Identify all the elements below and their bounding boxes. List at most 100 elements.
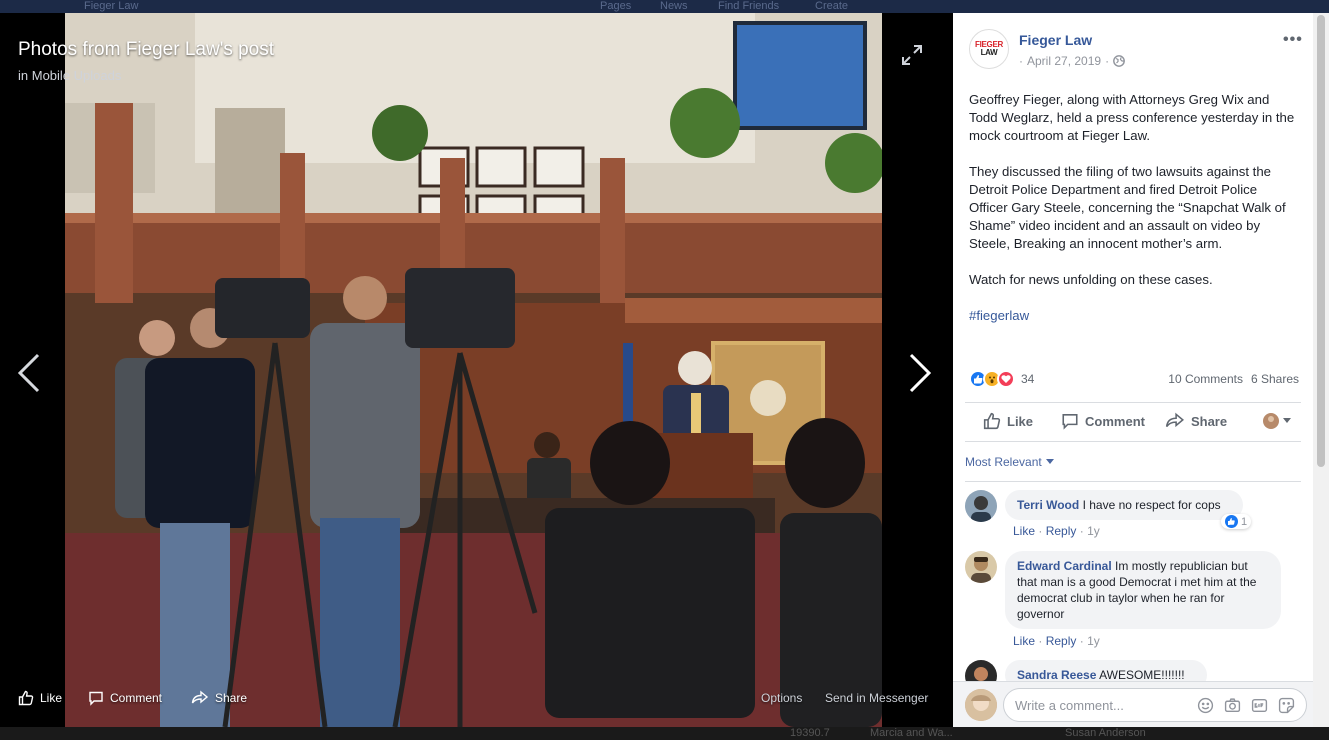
photo-share-label: Share <box>215 691 248 705</box>
commenter-avatar[interactable] <box>965 551 997 583</box>
comment-bubble: Terri Wood I have no respect for cops <box>1005 490 1243 520</box>
date-separator: · <box>1105 54 1110 68</box>
commenter-avatar[interactable] <box>965 490 997 522</box>
comment-item: Sandra Reese AWESOME!!!!!!! <box>965 660 1301 682</box>
camera-icon[interactable] <box>1224 697 1241 714</box>
comment-item: Edward Cardinal Im mostly republician bu… <box>965 551 1301 651</box>
thumbs-up-icon <box>18 690 34 706</box>
current-user-avatar <box>965 689 997 721</box>
post-photo[interactable] <box>65 13 882 727</box>
post-paragraph: They discussed the filing of two lawsuit… <box>969 164 1286 251</box>
hashtag-link[interactable]: #fiegerlaw <box>969 308 1029 323</box>
comment-bubble: Sandra Reese AWESOME!!!!!!! <box>1005 660 1207 682</box>
reactions-summary[interactable]: 34 <box>969 370 1034 388</box>
ghost-text: 19390.7 <box>790 727 830 739</box>
comment-input[interactable]: Write a comment... <box>1003 688 1307 722</box>
like-reaction-icon <box>1225 515 1238 528</box>
ghost-text: Find Friends <box>718 0 780 12</box>
comment-input-placeholder: Write a comment... <box>1015 697 1124 713</box>
globe-icon <box>1113 55 1125 67</box>
ghost-text: Pages <box>600 0 632 12</box>
comment-reply-button[interactable]: Reply <box>1046 634 1077 648</box>
comment-reactions[interactable]: 1 <box>1221 514 1252 529</box>
commenter-avatar[interactable] <box>965 660 997 682</box>
post-date-line: · April 27, 2019 · <box>1019 54 1125 68</box>
album-prefix: in <box>18 68 29 83</box>
more-options-icon[interactable]: ••• <box>1283 31 1303 49</box>
comment-reply-button[interactable]: Reply <box>1046 524 1077 538</box>
comment-like-count: 1 <box>1241 515 1248 528</box>
share-icon <box>1165 412 1184 428</box>
comment-text: I have no respect for cops <box>1082 498 1221 512</box>
share-icon <box>191 690 209 704</box>
shares-count-link[interactable]: 6 Shares <box>1251 372 1299 386</box>
post-action-bar: Like Comment Share <box>965 407 1301 435</box>
comment-composer: Write a comment... <box>953 681 1313 727</box>
thumbs-up-icon <box>983 412 1001 430</box>
comment-icon <box>1062 414 1078 430</box>
post-stats: 34 10 Comments 6 Shares <box>969 368 1299 390</box>
commenter-name-link[interactable]: Sandra Reese <box>1017 668 1096 682</box>
photo-viewer-title: Photos from Fieger Law's post <box>18 39 275 60</box>
ghost-text: News <box>660 0 688 12</box>
expand-icon[interactable] <box>900 43 924 67</box>
comments-count-link[interactable]: 10 Comments <box>1168 372 1243 386</box>
background-top-bar: Fieger Law Pages News Find Friends Creat… <box>0 0 1329 13</box>
divider <box>965 481 1301 482</box>
photo-comment-button[interactable]: Comment <box>88 683 162 713</box>
reaction-count: 34 <box>1021 372 1035 386</box>
photo-share-button[interactable]: Share <box>191 683 247 713</box>
gif-icon[interactable] <box>1251 697 1268 714</box>
like-button[interactable]: Like <box>983 412 1033 430</box>
page-name-link[interactable]: Fieger Law <box>1019 32 1092 48</box>
caret-down-icon <box>1045 459 1054 464</box>
divider <box>965 402 1301 403</box>
comment-button[interactable]: Comment <box>1061 412 1145 430</box>
comment-sort-dropdown[interactable]: Most Relevant <box>965 455 1054 469</box>
chevron-right-icon[interactable] <box>905 351 935 395</box>
commenter-name-link[interactable]: Edward Cardinal <box>1017 559 1112 573</box>
react-as-selector[interactable] <box>1263 413 1291 429</box>
emoji-icon[interactable] <box>1197 697 1214 714</box>
date-separator: · <box>1019 54 1023 68</box>
scrollbar-thumb[interactable] <box>1317 15 1325 467</box>
comment-timestamp[interactable]: 1y <box>1087 524 1100 538</box>
photo-viewer: Photos from Fieger Law's post in Mobile … <box>0 13 953 727</box>
photo-comment-label: Comment <box>110 691 163 705</box>
background-bottom-bar: 19390.7 Marcia and Wa... Susan Anderson <box>0 727 1329 740</box>
logo-text-bottom: LAW <box>980 48 998 57</box>
album-line: in Mobile Uploads <box>18 68 121 83</box>
love-reaction-icon <box>997 370 1015 388</box>
comment-icon <box>89 691 103 706</box>
share-button[interactable]: Share <box>1165 412 1227 430</box>
photo-action-bar: Like Comment Share Options Send in Messe… <box>0 683 953 713</box>
comment-meta: Like · Reply · 1y <box>1013 524 1100 538</box>
photo-like-button[interactable]: Like <box>18 683 62 713</box>
ghost-text: Create <box>815 0 849 12</box>
comment-timestamp[interactable]: 1y <box>1087 634 1100 648</box>
album-link[interactable]: Mobile Uploads <box>32 68 122 83</box>
share-label: Share <box>1190 413 1228 429</box>
avatar <box>1263 413 1279 429</box>
comment-bubble: Edward Cardinal Im mostly republician bu… <box>1005 551 1281 629</box>
divider <box>965 441 1301 442</box>
like-label: Like <box>1007 413 1034 429</box>
post-header: FIEGER LAW Fieger Law · April 27, 2019 ·… <box>969 29 1302 73</box>
press-conference-photo <box>65 13 882 727</box>
photo-options-button[interactable]: Options <box>761 683 802 713</box>
comment-item: Terri Wood I have no respect for cops 1 … <box>965 490 1301 540</box>
ghost-text: Fieger Law <box>84 0 139 12</box>
post-date-link[interactable]: April 27, 2019 <box>1027 54 1101 68</box>
chevron-left-icon[interactable] <box>14 351 44 395</box>
page-avatar[interactable]: FIEGER LAW <box>969 29 1009 69</box>
comment-like-button[interactable]: Like <box>1013 634 1035 648</box>
send-in-messenger-button[interactable]: Send in Messenger <box>825 683 928 713</box>
sticker-icon[interactable] <box>1278 697 1295 714</box>
comment-like-button[interactable]: Like <box>1013 524 1035 538</box>
post-details-panel: FIEGER LAW Fieger Law · April 27, 2019 ·… <box>953 13 1313 727</box>
comment-text: AWESOME!!!!!!! <box>1099 668 1185 682</box>
post-paragraph: Geoffrey Fieger, along with Attorneys Gr… <box>969 92 1295 143</box>
commenter-name-link[interactable]: Terri Wood <box>1017 498 1079 512</box>
caret-down-icon <box>1283 418 1291 423</box>
panel-scrollbar[interactable] <box>1313 13 1329 727</box>
